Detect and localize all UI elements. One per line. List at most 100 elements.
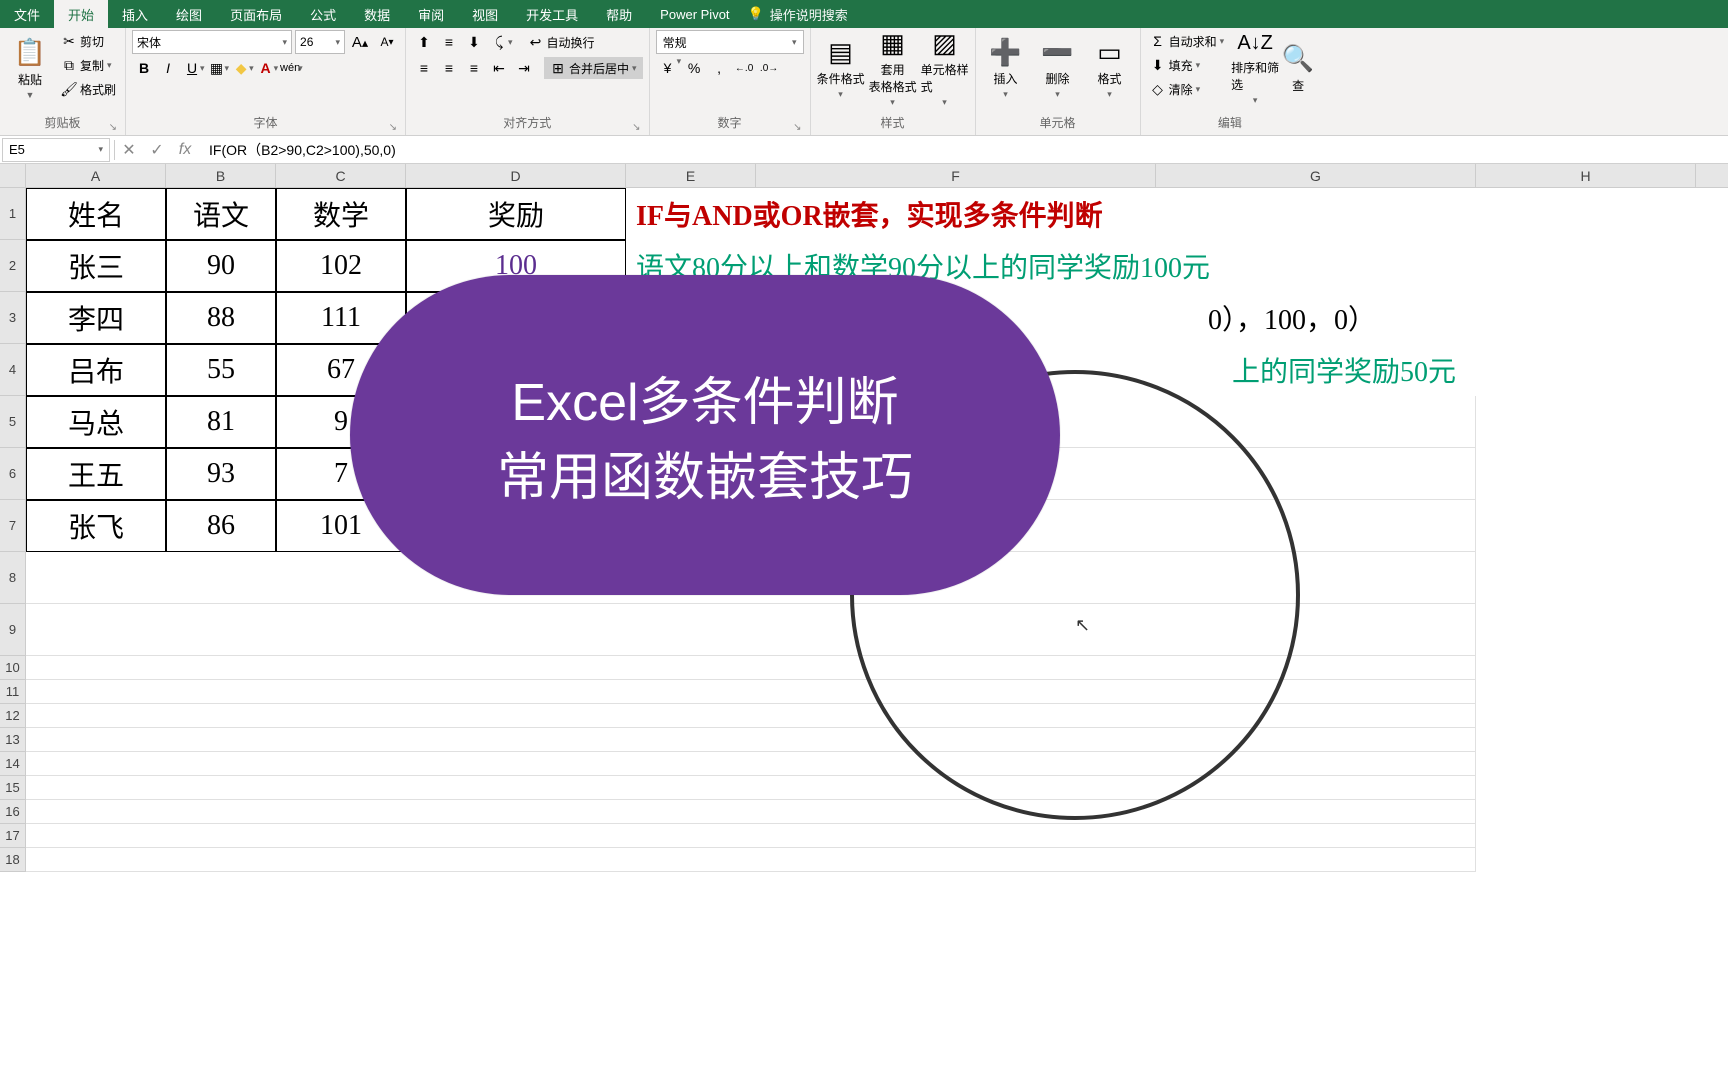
increase-decimal-button[interactable]: ←.0 — [732, 56, 756, 80]
col-header-d[interactable]: D — [406, 164, 626, 187]
row-header[interactable]: 2 — [0, 240, 26, 292]
comma-button[interactable]: , — [707, 56, 731, 80]
tab-powerpivot[interactable]: Power Pivot — [646, 0, 743, 28]
row-header[interactable]: 6 — [0, 448, 26, 500]
tell-me-search[interactable]: 💡 操作说明搜索 — [748, 5, 848, 24]
decrease-indent-button[interactable]: ⇤ — [487, 56, 511, 80]
increase-indent-button[interactable]: ⇥ — [512, 56, 536, 80]
align-bottom-button[interactable]: ⬇ — [462, 30, 486, 54]
font-name-select[interactable]: 宋体▾ — [132, 30, 292, 54]
italic-button[interactable]: I — [156, 56, 180, 80]
tab-developer[interactable]: 开发工具 — [512, 0, 592, 28]
row-header[interactable]: 8 — [0, 552, 26, 604]
dialog-launcher-icon[interactable]: ↘ — [793, 122, 801, 133]
cell[interactable]: 张三 — [26, 240, 166, 292]
row-header[interactable]: 15 — [0, 776, 26, 800]
insert-cells-button[interactable]: ➕插入▾ — [982, 30, 1030, 106]
copy-button[interactable]: ⧉复制▾ — [58, 54, 119, 76]
col-header-f[interactable]: F — [756, 164, 1156, 187]
row-header[interactable]: 17 — [0, 824, 26, 848]
format-as-table-button[interactable]: ▦套用 表格格式▾ — [869, 30, 917, 106]
delete-cells-button[interactable]: ➖删除▾ — [1034, 30, 1082, 106]
row-header[interactable]: 11 — [0, 680, 26, 704]
merge-center-button[interactable]: ⊞合并后居中▾ — [544, 57, 643, 79]
find-select-button[interactable]: 🔍查 — [1283, 30, 1313, 106]
cell[interactable] — [26, 848, 1476, 872]
tab-draw[interactable]: 绘图 — [162, 0, 216, 28]
cell-styles-button[interactable]: ▨单元格样式▾ — [921, 30, 969, 106]
row-header[interactable]: 1 — [0, 188, 26, 240]
font-size-select[interactable]: 26▾ — [295, 30, 345, 54]
conditional-formatting-button[interactable]: ▤条件格式▾ — [817, 30, 865, 106]
tab-formulas[interactable]: 公式 — [296, 0, 350, 28]
row-header[interactable]: 10 — [0, 656, 26, 680]
cell[interactable]: 55 — [166, 344, 276, 396]
autosum-button[interactable]: Σ自动求和▾ — [1147, 30, 1228, 52]
row-header[interactable]: 9 — [0, 604, 26, 656]
cell[interactable]: 奖励 — [406, 188, 626, 240]
row-header[interactable]: 5 — [0, 396, 26, 448]
cell[interactable]: 数学 — [276, 188, 406, 240]
row-header[interactable]: 12 — [0, 704, 26, 728]
col-header-g[interactable]: G — [1156, 164, 1476, 187]
cell[interactable]: 102 — [276, 240, 406, 292]
cell[interactable]: 81 — [166, 396, 276, 448]
tab-review[interactable]: 审阅 — [404, 0, 458, 28]
tab-file[interactable]: 文件 — [0, 0, 54, 28]
tab-help[interactable]: 帮助 — [592, 0, 646, 28]
decrease-decimal-button[interactable]: .0→ — [757, 56, 781, 80]
col-header-e[interactable]: E — [626, 164, 756, 187]
cell[interactable]: 张飞 — [26, 500, 166, 552]
number-format-select[interactable]: 常规▾ — [656, 30, 804, 54]
row-header[interactable]: 18 — [0, 848, 26, 872]
format-cells-button[interactable]: ▭格式▾ — [1086, 30, 1134, 106]
cell[interactable] — [26, 728, 1476, 752]
bold-button[interactable]: B — [132, 56, 156, 80]
tab-home[interactable]: 开始 — [54, 0, 108, 28]
cell[interactable] — [26, 800, 1476, 824]
cell[interactable] — [26, 776, 1476, 800]
tab-layout[interactable]: 页面布局 — [216, 0, 296, 28]
row-header[interactable]: 16 — [0, 800, 26, 824]
align-middle-button[interactable]: ≡ — [437, 30, 461, 54]
sort-filter-button[interactable]: A↓Z排序和筛选▾ — [1231, 30, 1279, 106]
wrap-text-button[interactable]: ↩自动换行 — [525, 31, 598, 53]
col-header-a[interactable]: A — [26, 164, 166, 187]
tab-view[interactable]: 视图 — [458, 0, 512, 28]
cell[interactable]: 马总 — [26, 396, 166, 448]
cell[interactable]: 吕布 — [26, 344, 166, 396]
align-top-button[interactable]: ⬆ — [412, 30, 436, 54]
cut-button[interactable]: ✂剪切 — [58, 30, 119, 52]
decrease-font-button[interactable]: A▾ — [375, 30, 399, 54]
dialog-launcher-icon[interactable]: ↘ — [389, 122, 397, 133]
name-box[interactable]: E5▾ — [2, 138, 110, 162]
cell[interactable] — [26, 824, 1476, 848]
increase-font-button[interactable]: A▴ — [348, 30, 372, 54]
cell[interactable]: 86 — [166, 500, 276, 552]
align-right-button[interactable]: ≡ — [462, 56, 486, 80]
cancel-formula-button[interactable]: ✕ — [115, 138, 143, 162]
col-header-h[interactable]: H — [1476, 164, 1696, 187]
dialog-launcher-icon[interactable]: ↘ — [632, 122, 640, 133]
percent-button[interactable]: % — [682, 56, 706, 80]
col-header-b[interactable]: B — [166, 164, 276, 187]
select-all-corner[interactable] — [0, 164, 26, 187]
row-header[interactable]: 4 — [0, 344, 26, 396]
confirm-formula-button[interactable]: ✓ — [143, 138, 171, 162]
row-header[interactable]: 3 — [0, 292, 26, 344]
cell[interactable] — [26, 752, 1476, 776]
clear-button[interactable]: ◇清除▾ — [1147, 78, 1228, 100]
annotation-title[interactable]: IF与AND或OR嵌套，实现多条件判断 — [626, 188, 1476, 240]
format-painter-button[interactable]: 🖌格式刷 — [58, 78, 119, 100]
cell[interactable]: 李四 — [26, 292, 166, 344]
formula-input[interactable]: IF(OR（B2>90,C2>100),50,0) — [199, 140, 1728, 160]
align-left-button[interactable]: ≡ — [412, 56, 436, 80]
tab-insert[interactable]: 插入 — [108, 0, 162, 28]
row-header[interactable]: 7 — [0, 500, 26, 552]
cell[interactable]: 姓名 — [26, 188, 166, 240]
align-center-button[interactable]: ≡ — [437, 56, 461, 80]
cell[interactable]: 语文 — [166, 188, 276, 240]
cell[interactable]: 王五 — [26, 448, 166, 500]
col-header-c[interactable]: C — [276, 164, 406, 187]
row-header[interactable]: 14 — [0, 752, 26, 776]
